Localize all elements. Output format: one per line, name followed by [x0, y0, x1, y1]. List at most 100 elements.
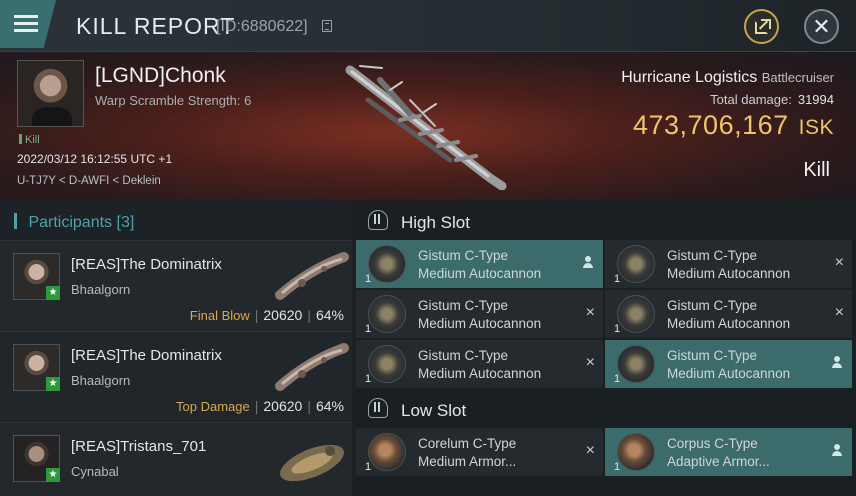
participants-label: Participants — [28, 214, 113, 231]
participant-percent: 64% — [315, 307, 344, 323]
close-icon: ✕ — [812, 14, 831, 39]
module-item[interactable]: 1 Gistum C-Type Medium Autocannon × — [356, 340, 603, 388]
participant-ship-image — [275, 252, 349, 300]
participant-damage: 20620 — [263, 307, 303, 323]
victim-ship-image — [345, 65, 507, 190]
module-name-line2: Medium Autocannon — [418, 266, 542, 281]
module-quantity: 1 — [365, 273, 372, 285]
module-item[interactable]: 1 Corpus C-Type Adaptive Armor... — [605, 428, 852, 476]
module-quantity: 1 — [365, 461, 372, 473]
participant-percent: 64% — [315, 398, 344, 414]
isk-amount: 473,706,167 — [632, 110, 789, 140]
module-quantity: 1 — [365, 373, 372, 385]
low-slot-grid: 1 Corelum C-Type Medium Armor... × 1 Cor… — [356, 428, 856, 476]
kill-location[interactable]: U-TJ7Y < D-AWFI < Deklein — [17, 175, 161, 187]
participant-ship: Cynabal — [71, 464, 119, 479]
participant-row[interactable]: ★ [REAS]The Dominatrix Bhaalgorn Top Dam… — [0, 331, 352, 422]
participant-tag: Top Damage — [176, 399, 250, 414]
module-name-line1: Gistum C-Type — [667, 348, 758, 363]
participant-ship: Bhaalgorn — [71, 282, 131, 297]
page-title: KILL REPORT — [76, 13, 236, 39]
participants-count: [3] — [116, 214, 135, 231]
module-name-line1: Corelum C-Type — [418, 436, 517, 451]
victim-ship: Hurricane Logistics Battlecruiser — [621, 69, 834, 87]
participant-ship-image — [275, 343, 349, 391]
module-item[interactable]: 1 Gistum C-Type Medium Autocannon × — [356, 290, 603, 338]
module-item[interactable]: 1 Gistum C-Type Medium Autocannon × — [605, 240, 852, 288]
close-button[interactable]: ✕ — [804, 9, 839, 44]
module-quantity: 1 — [614, 273, 621, 285]
module-name-line2: Medium Autocannon — [418, 316, 542, 331]
victim-banner: [LGND]Chonk Warp Scramble Strength: 6 Ki… — [0, 52, 856, 200]
pilot-icon — [832, 356, 842, 369]
module-name-line1: Gistum C-Type — [667, 248, 758, 263]
high-slot-header: High Slot — [356, 200, 856, 240]
low-slot-header: Low Slot — [356, 388, 856, 428]
module-quantity: 1 — [365, 323, 372, 335]
isk-unit: ISK — [798, 116, 834, 139]
destroyed-icon: × — [585, 442, 595, 459]
pilot-icon — [583, 256, 593, 269]
destroyed-icon: × — [834, 304, 844, 321]
module-item[interactable]: 1 Corelum C-Type Medium Armor... × — [356, 428, 603, 476]
participant-tag: Final Blow — [189, 308, 250, 323]
high-slot-label: High Slot — [401, 213, 470, 232]
menu-button[interactable] — [0, 0, 56, 48]
participant-stats: Final Blow | 20620 | 64% — [189, 307, 344, 323]
total-damage-label: Total damage: — [710, 92, 792, 107]
module-quantity: 1 — [614, 461, 621, 473]
module-item[interactable]: 1 Gistum C-Type Medium Autocannon — [356, 240, 603, 288]
participant-ship: Bhaalgorn — [71, 373, 131, 388]
kill-tag: Kill — [19, 134, 40, 146]
participant-name: [REAS]The Dominatrix — [71, 256, 222, 273]
victim-portrait[interactable] — [17, 60, 84, 127]
low-slot-icon — [368, 398, 388, 418]
module-name-line2: Medium Autocannon — [667, 316, 791, 331]
participant-ship-image — [280, 444, 344, 482]
avatar: ★ — [13, 253, 60, 300]
victim-name[interactable]: [LGND]Chonk — [95, 64, 226, 88]
armor-module-icon — [368, 433, 406, 471]
kill-datetime: 2022/03/12 16:12:55 UTC +1 — [17, 152, 173, 166]
autocannon-icon — [617, 245, 655, 283]
autocannon-icon — [368, 295, 406, 333]
copy-icon[interactable] — [322, 20, 332, 32]
module-name-line2: Medium Armor... — [418, 454, 517, 469]
module-name-line2: Adaptive Armor... — [667, 454, 770, 469]
participant-stats: Top Damage | 20620 | 64% — [176, 398, 344, 414]
autocannon-icon — [368, 345, 406, 383]
participants-header[interactable]: Participants [3] — [0, 200, 352, 240]
module-item[interactable]: 1 Gistum C-Type Medium Autocannon × — [605, 290, 852, 338]
report-id: [ID:6880622] — [216, 18, 308, 35]
destroyed-icon: × — [834, 254, 844, 271]
participants-panel: Participants [3] ★ [REAS]The Dominatrix … — [0, 200, 352, 496]
module-name-line1: Gistum C-Type — [667, 298, 758, 313]
autocannon-icon — [368, 245, 406, 283]
high-slot-grid: 1 Gistum C-Type Medium Autocannon 1 Gist… — [356, 240, 856, 388]
module-quantity: 1 — [614, 373, 621, 385]
avatar: ★ — [13, 344, 60, 391]
participant-row[interactable]: ★ [REAS]Tristans_701 Cynabal — [0, 422, 352, 496]
armor-module-icon — [617, 433, 655, 471]
hamburger-menu-icon — [14, 15, 38, 18]
module-item[interactable]: 1 Gistum C-Type Medium Autocannon — [605, 340, 852, 388]
ship-class: Battlecruiser — [761, 70, 834, 85]
module-name-line2: Medium Autocannon — [667, 366, 791, 381]
autocannon-icon — [617, 295, 655, 333]
module-name-line1: Gistum C-Type — [418, 348, 509, 363]
participant-row[interactable]: ★ [REAS]The Dominatrix Bhaalgorn Final B… — [0, 240, 352, 331]
module-name-line1: Gistum C-Type — [418, 298, 509, 313]
module-name-line2: Medium Autocannon — [667, 266, 791, 281]
low-slot-label: Low Slot — [401, 401, 467, 420]
ship-name[interactable]: Hurricane Logistics — [621, 69, 757, 86]
autocannon-icon — [617, 345, 655, 383]
star-icon: ★ — [46, 468, 60, 482]
participant-name: [REAS]Tristans_701 — [71, 438, 207, 455]
module-name-line1: Gistum C-Type — [418, 248, 509, 263]
participant-damage: 20620 — [263, 398, 303, 414]
star-icon: ★ — [46, 377, 60, 391]
share-button[interactable] — [744, 9, 779, 44]
module-name-line2: Medium Autocannon — [418, 366, 542, 381]
total-damage: Total damage: 31994 — [710, 92, 834, 107]
kill-result: Kill — [803, 159, 830, 181]
